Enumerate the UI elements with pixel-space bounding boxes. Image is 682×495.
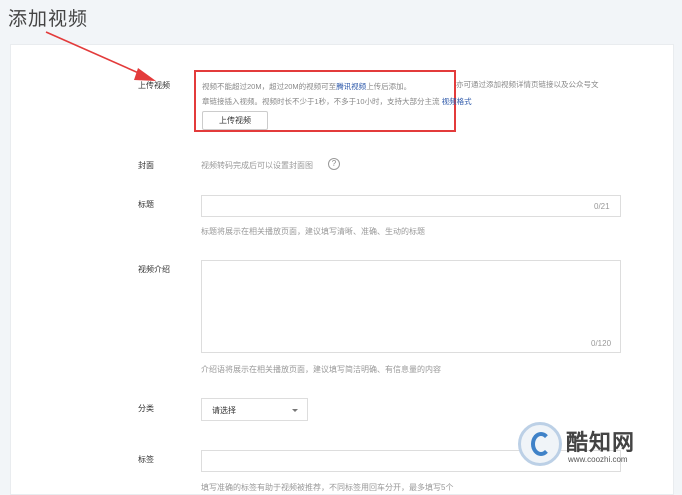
title-label: 标题 (138, 200, 154, 209)
watermark-url: www.coozhi.com (568, 455, 628, 464)
category-label: 分类 (138, 404, 154, 413)
category-selected-value: 请选择 (212, 406, 236, 415)
intro-label: 视频介绍 (138, 265, 170, 274)
tags-label: 标签 (138, 455, 154, 464)
title-hint: 标题将展示在相关播放页面，建议填写清晰、准确、生动的标题 (201, 227, 425, 236)
chevron-down-icon (292, 409, 298, 412)
category-select[interactable]: 请选择 (201, 398, 308, 421)
watermark-logo-icon (518, 422, 562, 466)
title-counter: 0/21 (594, 202, 610, 211)
arrow-head (134, 68, 156, 81)
title-input[interactable] (201, 195, 621, 217)
intro-counter: 0/120 (591, 339, 612, 348)
watermark-logo-mark (531, 432, 551, 456)
watermark: 酷知网 www.coozhi.com (510, 418, 670, 480)
tags-hint: 填写准确的标签有助于视频被推荐，不同标签用回车分开，最多填写5个 (201, 483, 454, 492)
intro-textarea[interactable] (201, 260, 621, 353)
arrow-line (45, 31, 151, 79)
cover-label: 封面 (138, 161, 154, 170)
intro-hint: 介绍语将展示在相关播放页面，建议填写简洁明确、有信息量的内容 (201, 365, 441, 374)
help-icon[interactable]: ? (328, 158, 340, 170)
cover-hint: 视频转码完成后可以设置封面图 (201, 161, 313, 170)
watermark-title: 酷知网 (566, 430, 636, 455)
